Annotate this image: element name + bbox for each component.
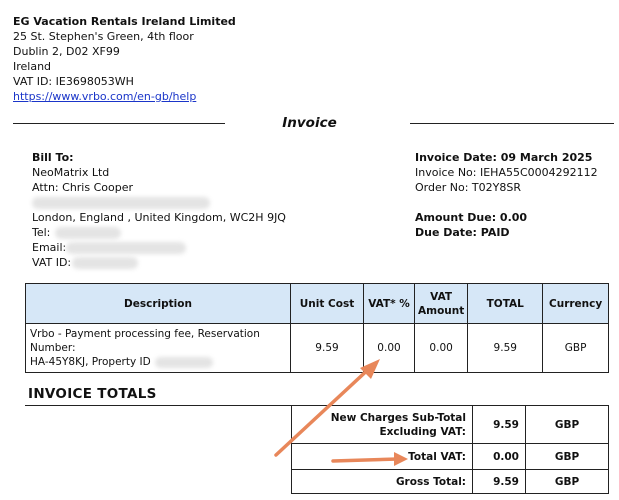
arrow-to-vat-pct: [274, 359, 380, 457]
arrow-to-total-vat: [331, 452, 408, 466]
annotation-arrows: [274, 359, 408, 466]
